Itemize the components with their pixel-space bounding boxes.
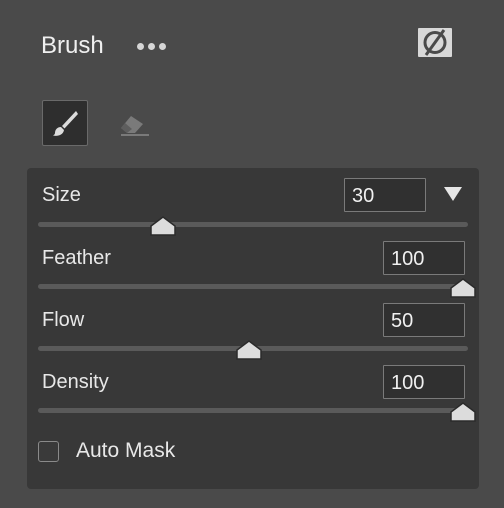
- eraser-tool-button[interactable]: [110, 100, 156, 146]
- flow-input[interactable]: 50: [383, 303, 465, 337]
- auto-mask-checkbox[interactable]: [38, 441, 59, 462]
- size-dropdown-icon[interactable]: [443, 186, 463, 207]
- size-slider-thumb[interactable]: [150, 216, 176, 236]
- feather-slider-thumb[interactable]: [450, 278, 476, 298]
- visibility-toggle-icon[interactable]: [417, 27, 453, 58]
- density-input[interactable]: 100: [383, 365, 465, 399]
- brush-icon: [53, 111, 78, 136]
- feather-slider-track[interactable]: [38, 284, 468, 289]
- flow-slider-thumb[interactable]: [236, 340, 262, 360]
- brush-tool-button[interactable]: [42, 100, 88, 146]
- flow-label: Flow: [42, 309, 85, 331]
- size-label: Size: [42, 184, 81, 206]
- auto-mask-label[interactable]: Auto Mask: [76, 439, 175, 463]
- size-input[interactable]: 30: [344, 178, 426, 212]
- density-label: Density: [42, 371, 109, 393]
- feather-input[interactable]: 100: [383, 241, 465, 275]
- density-slider-track[interactable]: [38, 408, 468, 413]
- panel-title: Brush: [41, 32, 104, 59]
- more-options-icon[interactable]: [137, 43, 166, 51]
- density-slider-thumb[interactable]: [450, 402, 476, 422]
- size-slider-track[interactable]: [38, 222, 468, 227]
- feather-label: Feather: [42, 247, 111, 269]
- eraser-icon: [121, 116, 149, 136]
